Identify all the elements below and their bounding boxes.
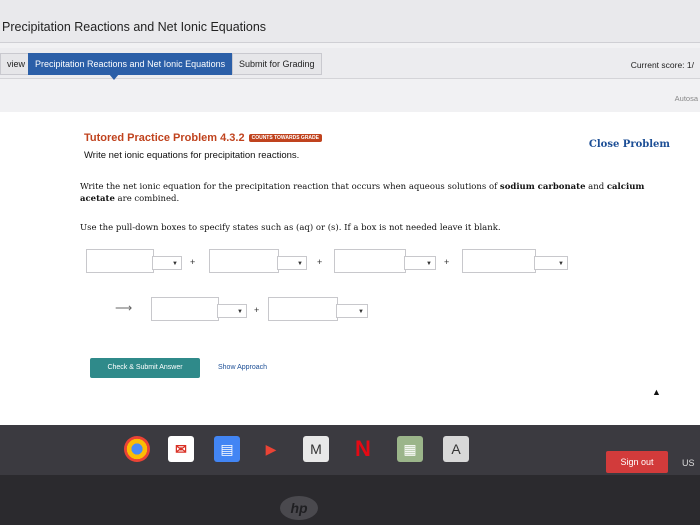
locale-indicator[interactable]: US — [682, 458, 695, 468]
state-dropdown-1[interactable]: ▼ — [152, 256, 182, 270]
app-grid-icon[interactable]: ▦ — [397, 436, 423, 462]
show-approach-link[interactable]: Show Approach — [218, 364, 267, 371]
chrome-icon[interactable] — [124, 436, 150, 462]
state-dropdown-4[interactable]: ▼ — [534, 256, 568, 270]
question-text: Write the net ionic equation for the pre… — [80, 181, 650, 205]
mouse-cursor-icon: ▲ — [652, 387, 661, 397]
sign-out-button[interactable]: Sign out — [606, 451, 668, 473]
problem-title: Tutored Practice Problem 4.3.2 COUNTS TOW… — [84, 132, 322, 144]
taskbar: ✉ ▤ ▶ M N ▦ A — [0, 425, 700, 475]
product-input-2[interactable] — [268, 297, 338, 321]
product-input-1[interactable] — [151, 297, 219, 321]
play-icon[interactable]: ▶ — [258, 436, 284, 462]
question-part1: Write the net ionic equation for the pre… — [80, 182, 500, 192]
hp-logo-icon: hp — [280, 496, 318, 520]
counts-towards-grade-badge: COUNTS TOWARDS GRADE — [248, 134, 322, 143]
question-part3: are combined. — [114, 194, 180, 204]
instruction-text: Use the pull-down boxes to specify state… — [80, 223, 501, 233]
state-dropdown-2[interactable]: ▼ — [277, 256, 307, 270]
plus-sign: + — [254, 305, 260, 315]
species-input-1[interactable] — [86, 249, 154, 273]
tab-submit-grading[interactable]: Submit for Grading — [232, 53, 322, 75]
docs-icon[interactable]: ▤ — [214, 436, 240, 462]
current-score: Current score: 1/ — [630, 60, 694, 70]
plus-sign: + — [190, 257, 196, 267]
title-bar: Precipitation Reactions and Net Ionic Eq… — [0, 0, 700, 43]
species-input-4[interactable] — [462, 249, 536, 273]
laptop-bezel — [0, 475, 700, 525]
plus-sign: + — [444, 257, 450, 267]
problem-panel: Tutored Practice Problem 4.3.2 COUNTS TOW… — [0, 112, 700, 425]
state-dropdown-3[interactable]: ▼ — [404, 256, 436, 270]
question-part2: and — [585, 182, 607, 192]
check-submit-button[interactable]: Check & Submit Answer — [90, 358, 200, 378]
product-state-dropdown-1[interactable]: ▼ — [217, 304, 247, 318]
a-app-icon[interactable]: A — [443, 436, 469, 462]
species-input-2[interactable] — [209, 249, 279, 273]
problem-subtitle: Write net ionic equations for precipitat… — [84, 150, 300, 161]
autosave-label: Autosa — [674, 94, 698, 103]
question-reactant1: sodium carbonate — [499, 182, 586, 192]
species-input-3[interactable] — [334, 249, 406, 273]
tab-bar: view Precipitation Reactions and Net Ion… — [0, 48, 700, 80]
m-app-icon[interactable]: M — [303, 436, 329, 462]
netflix-icon[interactable]: N — [350, 436, 376, 462]
plus-sign: + — [317, 257, 323, 267]
product-state-dropdown-2[interactable]: ▼ — [336, 304, 368, 318]
tab-precipitation[interactable]: Precipitation Reactions and Net Ionic Eq… — [28, 53, 233, 80]
reaction-arrow: ⟶ — [115, 301, 133, 315]
gmail-icon[interactable]: ✉ — [168, 436, 194, 462]
problem-title-text: Tutored Practice Problem 4.3.2 — [84, 132, 245, 144]
window-title: Precipitation Reactions and Net Ionic Eq… — [2, 20, 267, 34]
close-problem-link[interactable]: Close Problem — [589, 139, 670, 150]
browser-screen: Precipitation Reactions and Net Ionic Eq… — [0, 0, 700, 425]
